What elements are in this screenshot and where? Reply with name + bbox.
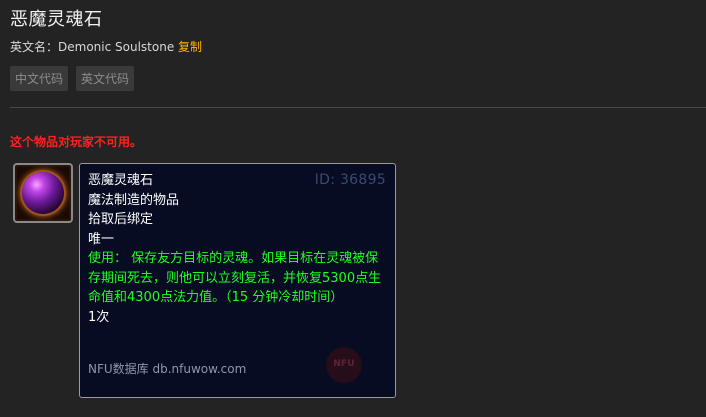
copy-link[interactable]: 复制	[178, 40, 202, 54]
chinese-code-button[interactable]: 中文代码	[10, 66, 69, 91]
item-tooltip: 恶魔灵魂石 ID: 36895 魔法制造的物品 拾取后绑定 唯一 使用： 保存友…	[79, 163, 396, 398]
tooltip-use-effect: 使用： 保存友方目标的灵魂。如果目标在灵魂被保存期间死去，则他可以立刻复活，并恢…	[88, 251, 382, 305]
english-name-label: 英文名：	[10, 40, 59, 54]
tooltip-charges: 1次	[88, 309, 110, 325]
soulstone-orb-icon	[22, 172, 64, 214]
watermark-text: NFU	[333, 359, 355, 370]
nfu-watermark-icon: NFU	[326, 347, 362, 383]
divider	[10, 107, 706, 108]
tooltip-line-unique: 唯一	[88, 231, 115, 247]
english-code-button[interactable]: 英文代码	[76, 66, 135, 91]
tooltip-footer: NFU数据库 db.nfuwow.com	[88, 361, 247, 376]
tooltip-line-crafted: 魔法制造的物品	[88, 192, 180, 208]
item-icon-frame[interactable]	[13, 163, 73, 223]
unavailable-warning: 这个物品对玩家不可用。	[10, 135, 143, 149]
item-page: 恶魔灵魂石 英文名：Demonic Soulstone 复制 中文代码 英文代码…	[0, 0, 706, 417]
code-buttons: 中文代码 英文代码	[10, 66, 135, 91]
tooltip-item-id: ID: 36895	[314, 172, 386, 188]
tooltip-line-bind: 拾取后绑定	[88, 212, 154, 227]
english-name-value: Demonic Soulstone	[58, 40, 175, 54]
english-name-line: 英文名：Demonic Soulstone 复制	[10, 38, 202, 55]
page-title: 恶魔灵魂石	[10, 9, 103, 30]
